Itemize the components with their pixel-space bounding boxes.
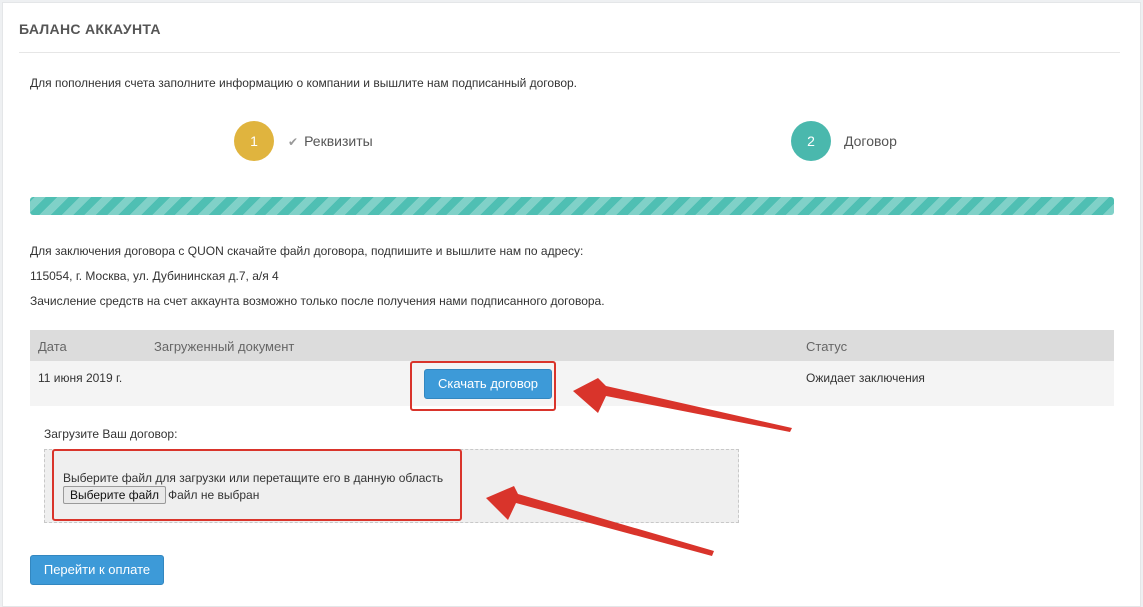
go-to-payment-button[interactable]: Перейти к оплате — [30, 555, 164, 585]
step-1-text: Реквизиты — [304, 133, 373, 149]
header-document: Загруженный документ — [154, 339, 295, 354]
header-status: Статус — [806, 339, 848, 354]
table-header: Дата Загруженный документ Статус — [30, 330, 1114, 361]
page-title: БАЛАНС АККАУНТА — [19, 21, 161, 37]
info-line-1: Для заключения договора с QUON скачайте … — [30, 244, 584, 258]
download-highlight-frame — [410, 361, 556, 411]
check-icon: ✔ — [288, 135, 299, 149]
table-row: 11 июня 2019 г. Ожидает заключения — [30, 361, 1114, 406]
header-date: Дата — [38, 339, 67, 354]
info-line-3: Зачисление средств на счет аккаунта возм… — [30, 294, 605, 308]
step-1-label: ✔ Реквизиты — [288, 133, 373, 149]
upload-highlight-frame — [52, 449, 462, 521]
progress-fill — [30, 197, 1114, 215]
step-1-circle: 1 — [234, 121, 274, 161]
title-divider — [19, 52, 1120, 53]
progress-bar — [30, 197, 1114, 215]
step-2-circle: 2 — [791, 121, 831, 161]
contracts-table: Дата Загруженный документ Статус 11 июня… — [30, 330, 1114, 406]
intro-text: Для пополнения счета заполните информаци… — [30, 76, 578, 90]
info-address: 115054, г. Москва, ул. Дубининская д.7, … — [30, 269, 279, 283]
step-2-label: Договор — [844, 133, 897, 149]
row-status: Ожидает заключения — [806, 371, 925, 385]
upload-label: Загрузите Ваш договор: — [44, 427, 178, 441]
row-date: 11 июня 2019 г. — [38, 371, 123, 385]
